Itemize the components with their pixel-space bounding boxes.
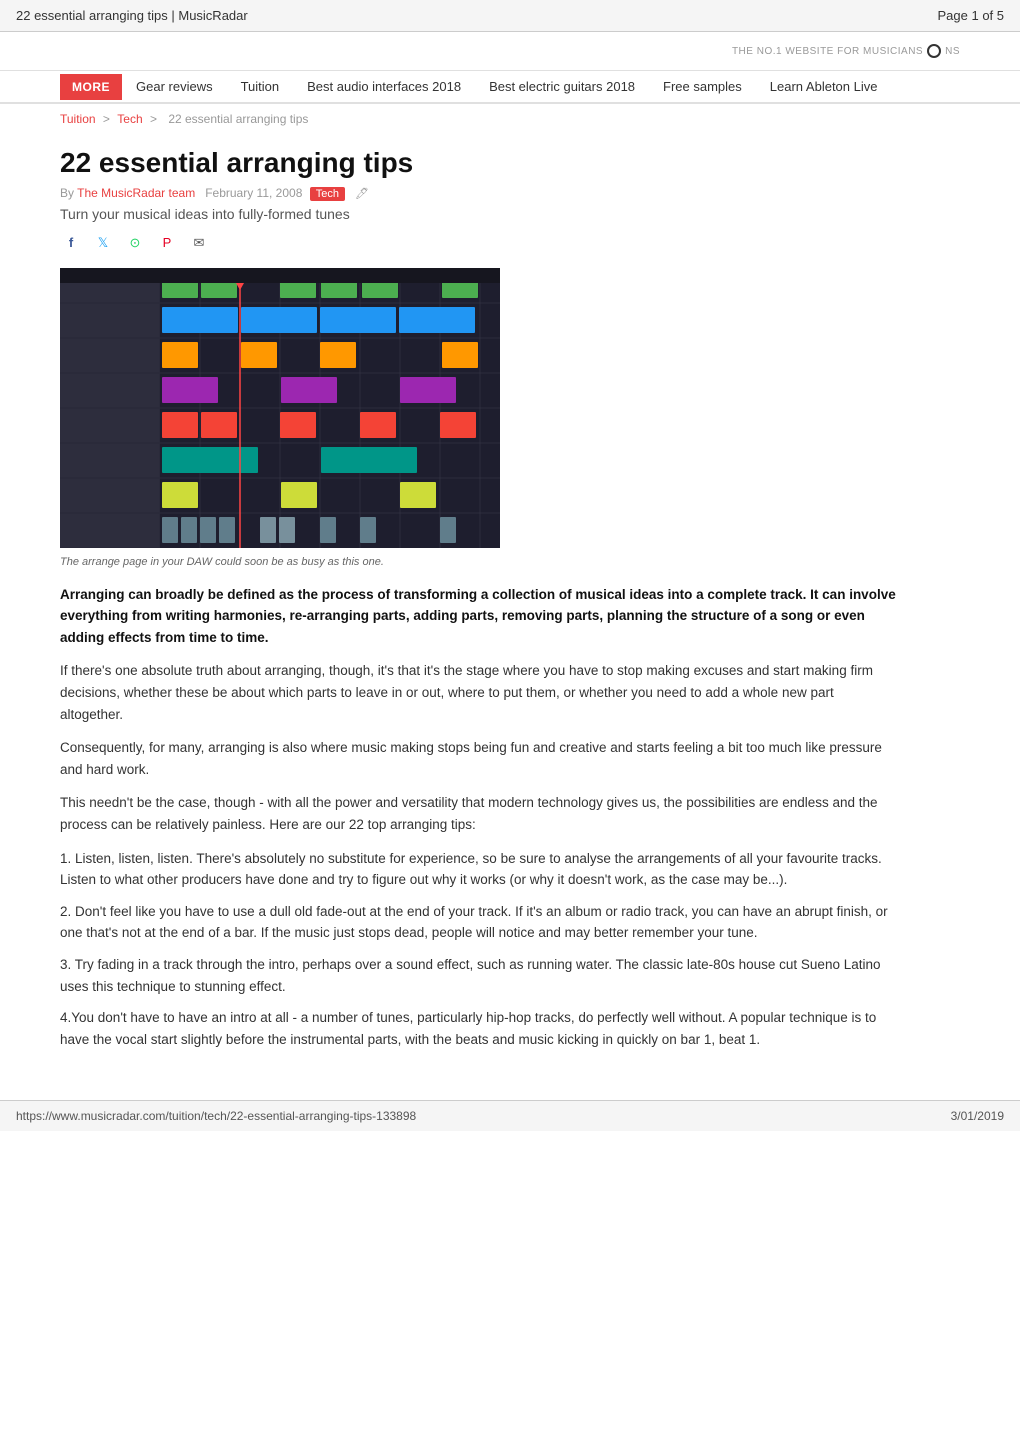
article-title: 22 essential arranging tips <box>60 146 900 180</box>
article-paragraph-3: This needn't be the case, though - with … <box>60 792 900 835</box>
tip-2: 2. Don't feel like you have to use a dul… <box>60 901 900 944</box>
browser-footer: https://www.musicradar.com/tuition/tech/… <box>0 1100 1020 1131</box>
image-caption: The arrange page in your DAW could soon … <box>60 556 900 568</box>
tip-4: 4.You don't have to have an intro at all… <box>60 1007 900 1050</box>
browser-title-bar: 22 essential arranging tips | MusicRadar… <box>0 0 1020 32</box>
article-subtitle: Turn your musical ideas into fully-forme… <box>60 206 900 222</box>
nav-bar: MORE Gear reviews Tuition Best audio int… <box>0 71 1020 104</box>
site-header: THE NO.1 WEBSITE FOR MUSICIANS NS <box>0 32 1020 71</box>
site-tagline: THE NO.1 WEBSITE FOR MUSICIANS NS <box>732 44 960 58</box>
twitter-share-button[interactable]: 𝕏 <box>92 232 114 254</box>
nav-item-tuition[interactable]: Tuition <box>227 71 294 102</box>
article-meta: By The MusicRadar team February 11, 2008… <box>60 186 900 200</box>
pinterest-share-button[interactable]: P <box>156 232 178 254</box>
breadcrumb-tuition[interactable]: Tuition <box>60 112 96 126</box>
article-tag[interactable]: Tech <box>310 187 345 201</box>
nav-item-best-audio[interactable]: Best audio interfaces 2018 <box>293 71 475 102</box>
nav-item-free-samples[interactable]: Free samples <box>649 71 756 102</box>
breadcrumb-tech[interactable]: Tech <box>117 112 142 126</box>
social-icons: f 𝕏 ⊙ P ✉ <box>60 232 900 254</box>
tip-3: 3. Try fading in a track through the int… <box>60 954 900 997</box>
article-paragraph-2: Consequently, for many, arranging is als… <box>60 737 900 780</box>
author-link[interactable]: The MusicRadar team <box>77 186 195 200</box>
footer-url: https://www.musicradar.com/tuition/tech/… <box>16 1109 416 1123</box>
nav-item-ableton[interactable]: Learn Ableton Live <box>756 71 892 102</box>
edit-icon: 🖊 <box>355 188 369 200</box>
nav-more-button[interactable]: MORE <box>60 74 122 100</box>
nav-item-best-guitars[interactable]: Best electric guitars 2018 <box>475 71 649 102</box>
article-body: Arranging can broadly be defined as the … <box>60 584 900 1051</box>
search-icon[interactable] <box>927 44 941 58</box>
nav-item-gear-reviews[interactable]: Gear reviews <box>122 71 227 102</box>
tip-1: 1. Listen, listen, listen. There's absol… <box>60 848 900 891</box>
article-wrapper: 22 essential arranging tips By The Music… <box>0 146 960 1100</box>
publish-date: February 11, 2008 <box>205 186 302 200</box>
whatsapp-share-button[interactable]: ⊙ <box>124 232 146 254</box>
breadcrumb: Tuition > Tech > 22 essential arranging … <box>0 104 1020 134</box>
facebook-share-button[interactable]: f <box>60 232 82 254</box>
article-lead: Arranging can broadly be defined as the … <box>60 584 900 649</box>
footer-date: 3/01/2019 <box>951 1109 1004 1123</box>
article-image <box>60 268 500 548</box>
email-share-button[interactable]: ✉ <box>188 232 210 254</box>
breadcrumb-current: 22 essential arranging tips <box>168 112 308 126</box>
page-title: 22 essential arranging tips | MusicRadar <box>16 8 248 23</box>
page-info: Page 1 of 5 <box>938 8 1005 23</box>
article-paragraph-1: If there's one absolute truth about arra… <box>60 660 900 725</box>
